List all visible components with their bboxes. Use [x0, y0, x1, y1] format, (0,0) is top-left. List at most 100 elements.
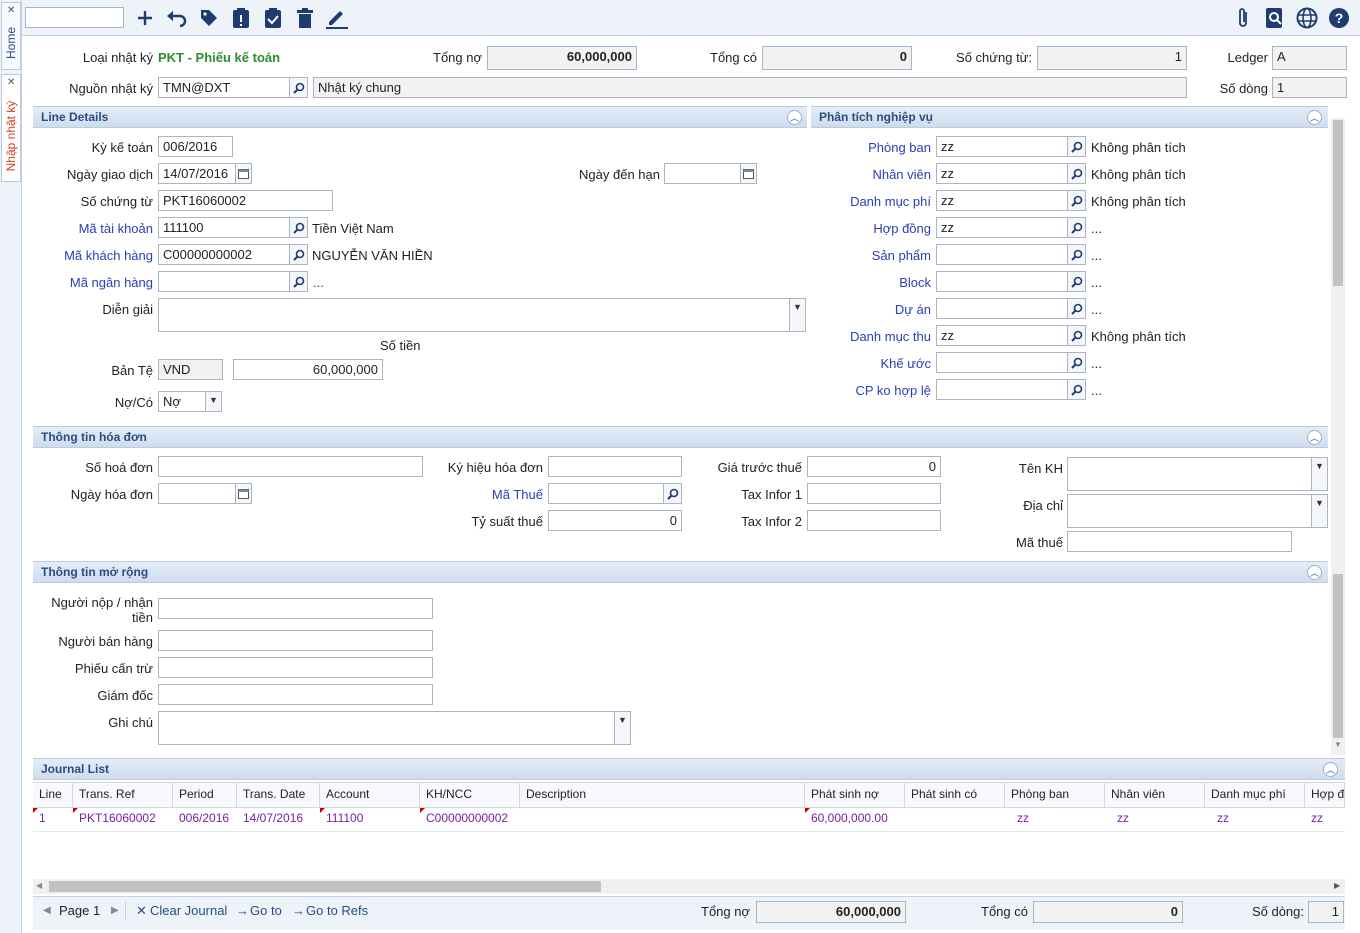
- column-header[interactable]: Hợp đ: [1305, 783, 1345, 807]
- account-input[interactable]: 111100: [158, 217, 290, 238]
- customer-name-input[interactable]: [1067, 457, 1312, 491]
- analysis-label[interactable]: CP ko hợp lệ: [816, 383, 932, 398]
- calendar-icon[interactable]: [236, 483, 252, 504]
- table-cell[interactable]: zz: [1305, 808, 1345, 830]
- source-lookup-icon[interactable]: [290, 77, 308, 98]
- tax-info2-input[interactable]: [807, 510, 941, 531]
- bank-input[interactable]: [158, 271, 290, 292]
- tax-code-label[interactable]: Mã Thuế: [430, 487, 543, 502]
- next-page-icon[interactable]: ▶: [111, 905, 119, 916]
- tax-id-input[interactable]: [1067, 531, 1292, 552]
- tag-icon[interactable]: [197, 6, 221, 30]
- lookup-icon[interactable]: [1068, 298, 1086, 319]
- help-icon[interactable]: ?: [1327, 6, 1351, 30]
- horizontal-scrollbar[interactable]: ◀ ▶: [33, 879, 1345, 894]
- invoice-no-input[interactable]: [158, 456, 423, 477]
- clipboard-check-icon[interactable]: [261, 6, 285, 30]
- analysis-input[interactable]: [936, 352, 1068, 373]
- scrollbar-thumb[interactable]: [49, 881, 601, 892]
- analysis-input[interactable]: zz: [936, 163, 1068, 184]
- column-header[interactable]: Nhân viên: [1105, 783, 1205, 807]
- voucher-input[interactable]: PKT16060002: [158, 190, 333, 211]
- chevron-down-icon[interactable]: ▼: [615, 711, 631, 745]
- offset-input[interactable]: [158, 657, 433, 678]
- bank-label[interactable]: Mã ngân hàng: [40, 275, 153, 290]
- tab-journal-entry[interactable]: ✕ Nhập nhật ký: [1, 74, 21, 182]
- chevron-down-icon[interactable]: ▼: [1312, 457, 1328, 491]
- analysis-input[interactable]: zz: [936, 325, 1068, 346]
- table-cell[interactable]: [905, 808, 1005, 830]
- customer-label[interactable]: Mã khách hàng: [40, 248, 153, 263]
- analysis-input[interactable]: [936, 298, 1068, 319]
- collapse-icon[interactable]: ︿: [1307, 430, 1322, 445]
- clear-journal-icon[interactable]: ✕: [136, 903, 147, 919]
- analysis-input[interactable]: zz: [936, 136, 1068, 157]
- analysis-label[interactable]: Block: [816, 275, 931, 290]
- pretax-input[interactable]: 0: [807, 456, 941, 477]
- table-cell[interactable]: PKT16060002: [73, 808, 173, 830]
- table-cell[interactable]: zz: [1205, 808, 1305, 830]
- globe-icon[interactable]: [1295, 6, 1319, 30]
- column-header[interactable]: Account: [320, 783, 420, 807]
- scroll-left-icon[interactable]: ◀: [36, 881, 42, 890]
- lookup-icon[interactable]: [1068, 379, 1086, 400]
- analysis-input[interactable]: zz: [936, 190, 1068, 211]
- column-header[interactable]: Line: [33, 783, 73, 807]
- collapse-icon[interactable]: ︿: [1323, 762, 1338, 777]
- column-header[interactable]: Phát sinh nợ: [805, 783, 905, 807]
- attachment-icon[interactable]: [1231, 6, 1255, 30]
- scrollbar-thumb[interactable]: [1333, 574, 1343, 738]
- analysis-label[interactable]: Dự án: [816, 302, 931, 317]
- column-header[interactable]: Period: [173, 783, 237, 807]
- prev-page-icon[interactable]: ◀: [43, 905, 51, 916]
- collapse-icon[interactable]: ︿: [787, 110, 802, 125]
- trash-icon[interactable]: [293, 6, 317, 30]
- account-lookup-icon[interactable]: [290, 217, 308, 238]
- table-cell[interactable]: C00000000002: [420, 808, 520, 830]
- edit-icon[interactable]: [325, 6, 349, 30]
- account-label[interactable]: Mã tài khoản: [40, 221, 153, 236]
- analysis-label[interactable]: Sản phẩm: [816, 248, 931, 263]
- description-input[interactable]: [158, 298, 790, 332]
- address-input[interactable]: [1067, 494, 1312, 528]
- tax-code-input[interactable]: [548, 483, 664, 504]
- table-cell[interactable]: 60,000,000.00: [805, 808, 905, 830]
- tax-info1-input[interactable]: [807, 483, 941, 504]
- tax-code-lookup-icon[interactable]: [664, 483, 682, 504]
- clear-journal-button[interactable]: Clear Journal: [150, 903, 227, 918]
- go-to-refs-button[interactable]: Go to Refs: [306, 903, 368, 918]
- analysis-label[interactable]: Danh mục phí: [816, 194, 931, 209]
- analysis-input[interactable]: zz: [936, 217, 1068, 238]
- arrow-right-icon[interactable]: →: [292, 903, 305, 918]
- vertical-scrollbar[interactable]: ▼: [1331, 118, 1345, 755]
- lookup-icon[interactable]: [1068, 244, 1086, 265]
- seller-input[interactable]: [158, 630, 433, 651]
- director-input[interactable]: [158, 684, 433, 705]
- close-icon[interactable]: ✕: [7, 5, 15, 16]
- source-input[interactable]: TMN@DXT: [158, 77, 290, 98]
- arrow-right-icon[interactable]: →: [236, 903, 249, 918]
- note-input[interactable]: [158, 711, 615, 745]
- table-cell[interactable]: zz: [1105, 808, 1205, 830]
- lookup-icon[interactable]: [1068, 325, 1086, 346]
- table-cell[interactable]: 006/2016: [173, 808, 237, 830]
- lookup-icon[interactable]: [1068, 352, 1086, 373]
- table-cell[interactable]: 111100: [320, 808, 420, 830]
- invoice-date-input[interactable]: [158, 483, 236, 504]
- column-header[interactable]: Description: [520, 783, 805, 807]
- column-header[interactable]: Trans. Ref: [73, 783, 173, 807]
- chevron-down-icon[interactable]: ▼: [206, 391, 222, 412]
- add-icon[interactable]: [133, 6, 157, 30]
- collapse-icon[interactable]: ︿: [1307, 565, 1322, 580]
- table-cell[interactable]: 14/07/2016: [237, 808, 320, 830]
- table-cell[interactable]: 1: [33, 808, 73, 830]
- column-header[interactable]: Danh mục phí: [1205, 783, 1305, 807]
- undo-icon[interactable]: [165, 6, 189, 30]
- calendar-icon[interactable]: [741, 163, 757, 184]
- customer-input[interactable]: C00000000002: [158, 244, 290, 265]
- tax-rate-input[interactable]: 0: [548, 510, 682, 531]
- analysis-label[interactable]: Nhân viên: [816, 167, 931, 182]
- analysis-input[interactable]: [936, 271, 1068, 292]
- scrollbar-thumb[interactable]: [1333, 120, 1343, 286]
- analysis-label[interactable]: Hợp đồng: [816, 221, 931, 236]
